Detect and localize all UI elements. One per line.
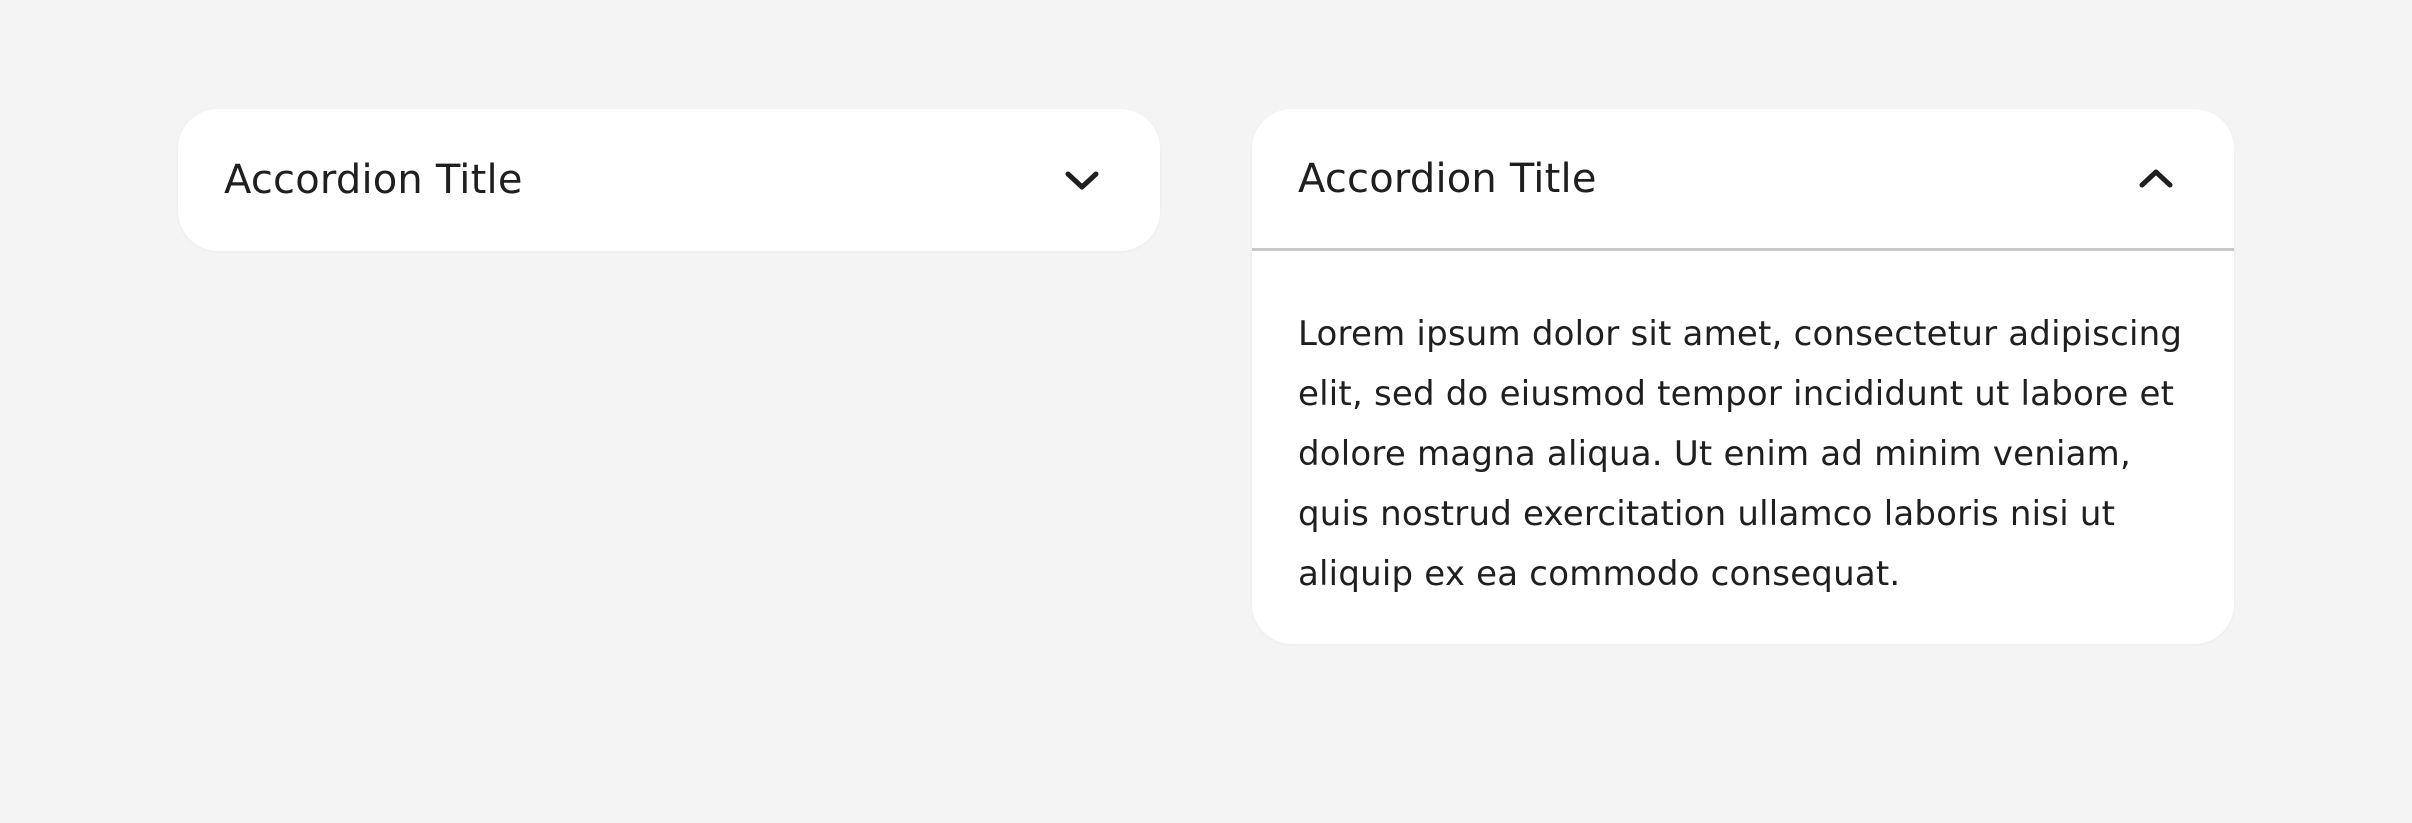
accordion-expanded: Accordion Title Lorem ipsum dolor sit am… — [1252, 109, 2234, 644]
chevron-up-icon[interactable] — [2136, 159, 2176, 199]
accordion-header[interactable]: Accordion Title — [178, 109, 1160, 251]
chevron-down-icon[interactable] — [1062, 160, 1102, 200]
accordion-collapsed: Accordion Title — [178, 109, 1160, 251]
accordion-header[interactable]: Accordion Title — [1252, 109, 2234, 251]
accordion-content: Lorem ipsum dolor sit amet, consectetur … — [1298, 314, 2183, 594]
accordion-title: Accordion Title — [1298, 155, 1597, 202]
accordion-title: Accordion Title — [224, 157, 523, 203]
